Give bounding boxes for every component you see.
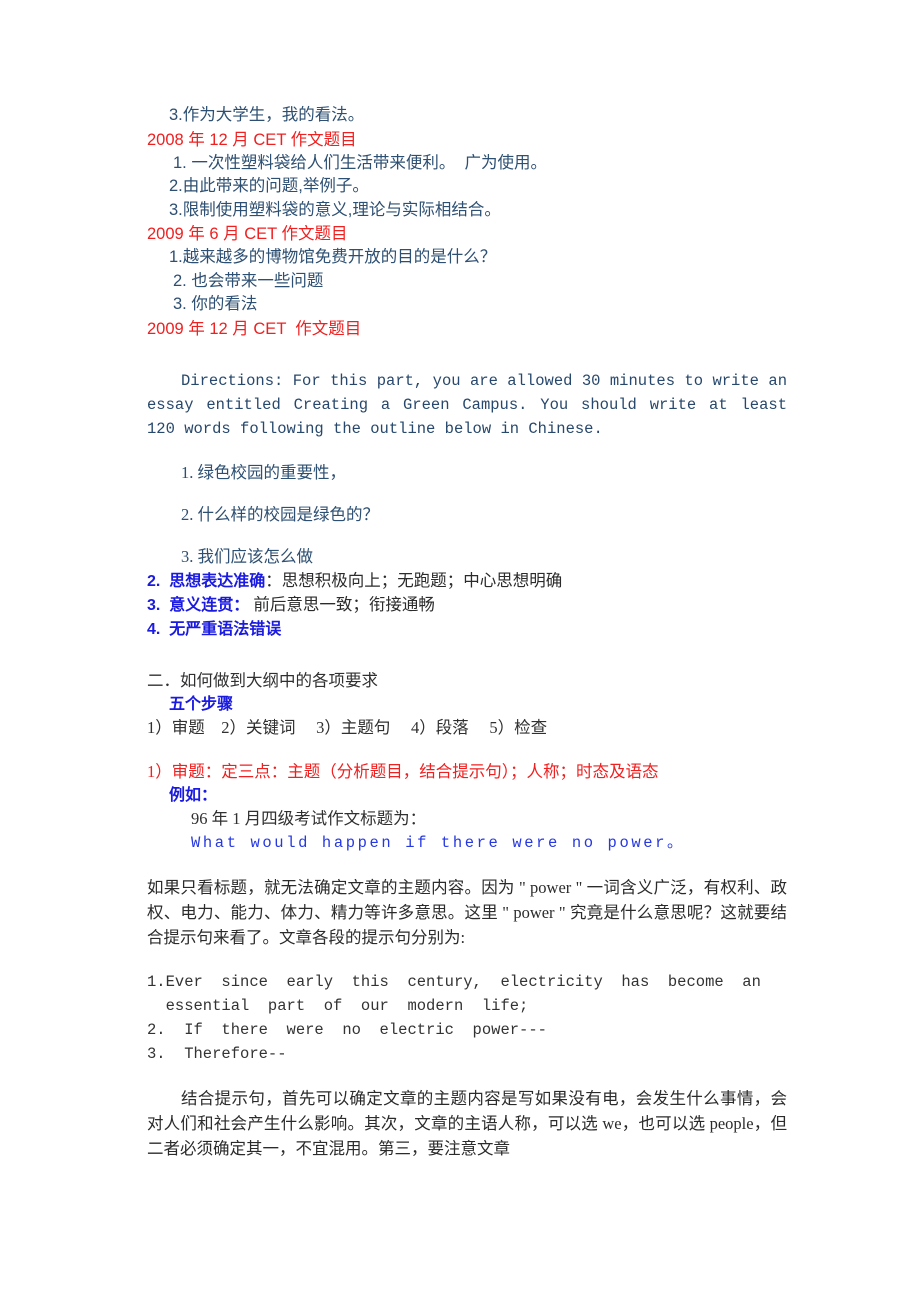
- example-intro: 96 年 1 月四级考试作文标题为：: [191, 808, 427, 828]
- outline-item: 3. 你的看法: [173, 295, 258, 313]
- document-page: 3.作为大学生，我的看法。 2008 年 12 月 CET 作文题目 1. 一次…: [0, 0, 920, 1302]
- hint-sentence-continuation: essential part of our modern life;: [147, 996, 529, 1015]
- step-one-heading: 1）审题：定三点：主题（分析题目，结合提示句）；人称；时态及语态: [147, 761, 659, 781]
- criteria-bold: 意义连贯：: [169, 596, 250, 614]
- outline-item: 1. 一次性塑料袋给人们生活带来便利。 广为使用。: [173, 153, 548, 172]
- criteria-number: 4.: [147, 620, 161, 638]
- analysis-paragraph: 如果只看标题，就无法确定文章的主题内容。因为 " power " 一词含义广泛，…: [147, 877, 787, 947]
- criteria-rest: ：思想积极向上；无跑题；中心思想明确: [265, 570, 563, 590]
- hint-sentence: 1.Ever since early this century, electri…: [147, 972, 761, 991]
- criteria-number: 2.: [147, 572, 161, 590]
- outline-item: 2. 也会带来一些问题: [173, 271, 324, 290]
- section-heading-2009-06: 2009 年 6 月 CET 作文题目: [147, 225, 348, 243]
- green-campus-item: 3. 我们应该怎么做: [181, 546, 313, 566]
- outline-item: 2.由此带来的问题,举例子。: [169, 177, 369, 195]
- carryover-outline-item: 3.作为大学生，我的看法。: [169, 106, 365, 124]
- outline-item: 1.越来越多的博物馆免费开放的目的是什么？: [169, 248, 497, 266]
- hint-sentence: 2. If there were no electric power---: [147, 1020, 547, 1039]
- criteria-number: 3.: [147, 596, 161, 614]
- criteria-line: 2. 思想表达准确：思想积极向上；无跑题；中心思想明确: [147, 569, 787, 593]
- criteria-line: 4. 无严重语法错误: [147, 617, 787, 641]
- outline-item: 3.限制使用塑料袋的意义,理论与实际相结合。: [169, 200, 501, 219]
- section-two-heading: 二．如何做到大纲中的各项要求: [147, 670, 378, 690]
- document-body: 3.作为大学生，我的看法。 2008 年 12 月 CET 作文题目 1. 一次…: [147, 104, 787, 1161]
- five-steps-line: 1）审题 2）关键词 3）主题句 4）段落 5）检查: [147, 717, 548, 737]
- example-label: 例如：: [169, 786, 218, 804]
- directions-block: Directions: For this part, you are allow…: [147, 371, 797, 438]
- example-essay-title: What would happen if there were no power…: [191, 833, 686, 852]
- criteria-bold: 思想表达准确: [169, 572, 266, 590]
- criteria-bold: 无严重语法错误: [169, 620, 282, 638]
- green-campus-item: 2. 什么样的校园是绿色的？: [181, 504, 379, 524]
- closing-paragraph: 结合提示句，首先可以确定文章的主题内容是写如果没有电，会发生什么事情，会对人们和…: [147, 1088, 787, 1158]
- section-heading-2008-12: 2008 年 12 月 CET 作文题目: [147, 130, 357, 149]
- green-campus-item: 1. 绿色校园的重要性，: [181, 462, 346, 482]
- criteria-rest: 前后意思一致；衔接通畅: [249, 594, 435, 614]
- section-two-subheading: 五个步骤: [169, 695, 234, 713]
- criteria-line: 3. 意义连贯： 前后意思一致；衔接通畅: [147, 593, 787, 617]
- hint-sentence: 3. Therefore--: [147, 1044, 287, 1063]
- section-heading-2009-12: 2009 年 12 月 CET 作文题目: [147, 319, 362, 338]
